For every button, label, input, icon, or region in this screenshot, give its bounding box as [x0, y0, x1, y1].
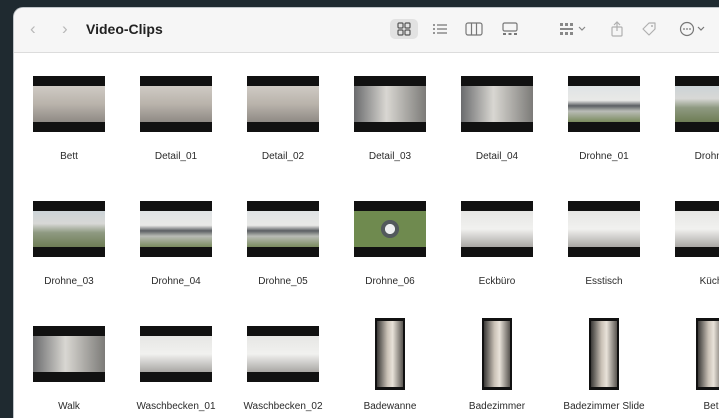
- column-view-icon[interactable]: [462, 19, 486, 39]
- thumbnail-image: [247, 211, 319, 247]
- file-name: Bet: [703, 401, 719, 412]
- video-thumbnail[interactable]: [461, 201, 533, 257]
- file-name: Badewanne: [363, 401, 417, 412]
- file-name: Detail_01: [154, 151, 198, 162]
- chevron-left-icon[interactable]: ‹: [30, 19, 36, 39]
- thumbnail-image: [33, 336, 105, 372]
- finder-window: ‹ › Video-Clips Bett Detail_01 Detail_02…: [14, 8, 719, 418]
- file-name: Detail_02: [261, 151, 305, 162]
- video-thumbnail[interactable]: [247, 326, 319, 382]
- thumbnail-image: [33, 211, 105, 247]
- file-name: Küch: [699, 276, 719, 287]
- thumbnail-image: [354, 86, 426, 122]
- thumbnail-image: [354, 211, 426, 247]
- group-by-icon[interactable]: [554, 19, 594, 39]
- video-thumbnail[interactable]: [675, 201, 719, 257]
- video-thumbnail[interactable]: [675, 76, 719, 132]
- video-thumbnail[interactable]: [247, 76, 319, 132]
- share-icon[interactable]: [606, 19, 628, 39]
- file-name: Detail_04: [475, 151, 519, 162]
- video-thumbnail[interactable]: [140, 76, 212, 132]
- file-grid: Bett Detail_01 Detail_02 Detail_03 Detail_04…: [14, 53, 719, 418]
- grid-view-icon[interactable]: [390, 19, 418, 39]
- thumbnail-image: [568, 211, 640, 247]
- file-name: Drohne_01: [579, 151, 629, 162]
- more-actions-icon[interactable]: [674, 19, 714, 39]
- video-thumbnail[interactable]: [140, 326, 212, 382]
- file-name: Drohne_03: [44, 276, 94, 287]
- thumbnail-image: [140, 211, 212, 247]
- video-thumbnail[interactable]: [354, 201, 426, 257]
- video-thumbnail[interactable]: [33, 326, 105, 382]
- file-name: Badezimmer Slide: [563, 401, 645, 412]
- file-name: Drohne_05: [258, 276, 308, 287]
- file-name: Bett: [60, 151, 78, 162]
- video-thumbnail[interactable]: [568, 76, 640, 132]
- tag-icon[interactable]: [638, 19, 660, 39]
- file-name: Badezimmer: [468, 401, 526, 412]
- thumbnail-image: [140, 86, 212, 122]
- video-thumbnail[interactable]: [482, 318, 512, 390]
- file-name: Drohne_06: [365, 276, 415, 287]
- video-thumbnail[interactable]: [33, 76, 105, 132]
- thumbnail-image: [247, 336, 319, 372]
- file-name: Eckbüro: [478, 276, 516, 287]
- video-thumbnail[interactable]: [696, 318, 719, 390]
- toolbar: ‹ › Video-Clips: [14, 8, 719, 53]
- video-thumbnail[interactable]: [461, 76, 533, 132]
- thumbnail-image: [140, 336, 212, 372]
- window-title: Video-Clips: [86, 21, 163, 37]
- thumbnail-image: [377, 321, 403, 387]
- thumbnail-image: [591, 321, 617, 387]
- thumbnail-image: [247, 86, 319, 122]
- video-thumbnail[interactable]: [33, 201, 105, 257]
- file-name: Detail_03: [368, 151, 412, 162]
- list-view-icon[interactable]: [428, 19, 452, 39]
- thumbnail-image: [698, 321, 719, 387]
- chevron-right-icon[interactable]: ›: [62, 19, 68, 39]
- file-name: Walk: [58, 401, 80, 412]
- thumbnail-image: [675, 211, 719, 247]
- thumbnail-image: [484, 321, 510, 387]
- thumbnail-image: [568, 86, 640, 122]
- file-name: Drohne: [694, 151, 719, 162]
- file-name: Waschbecken_02: [243, 401, 323, 412]
- video-thumbnail[interactable]: [375, 318, 405, 390]
- thumbnail-image: [461, 86, 533, 122]
- thumbnail-image: [461, 211, 533, 247]
- video-thumbnail[interactable]: [247, 201, 319, 257]
- gallery-view-icon[interactable]: [498, 19, 522, 39]
- file-name: Waschbecken_01: [136, 401, 216, 412]
- video-thumbnail[interactable]: [568, 201, 640, 257]
- thumbnail-image: [33, 86, 105, 122]
- video-thumbnail[interactable]: [140, 201, 212, 257]
- video-thumbnail[interactable]: [354, 76, 426, 132]
- video-thumbnail[interactable]: [589, 318, 619, 390]
- thumbnail-image: [675, 86, 719, 122]
- file-name: Esstisch: [585, 276, 623, 287]
- file-name: Drohne_04: [151, 276, 201, 287]
